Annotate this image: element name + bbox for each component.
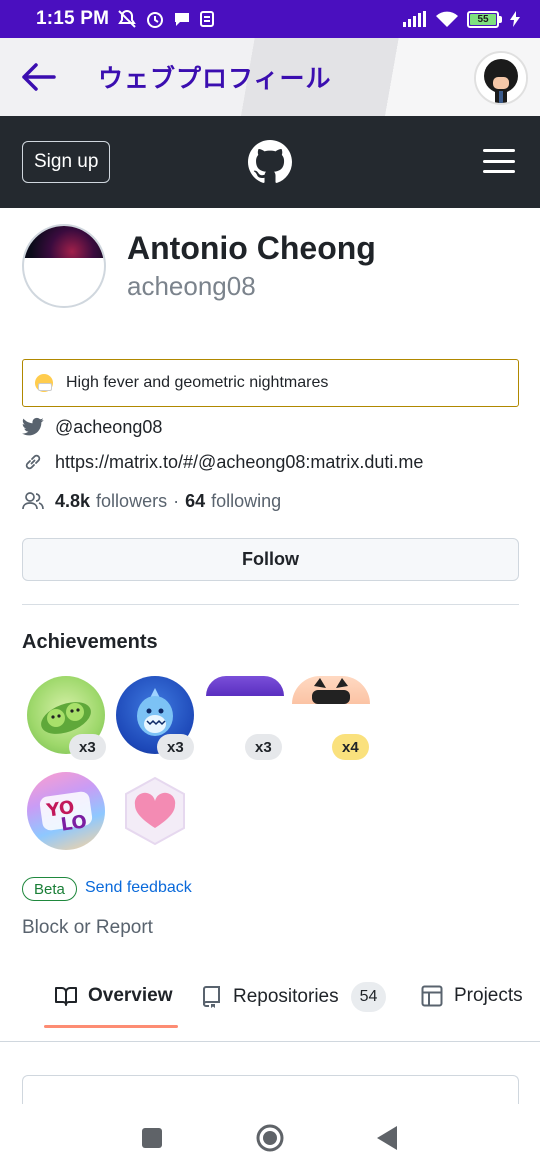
- alarm-icon: [147, 12, 164, 28]
- followers-count[interactable]: 4.8k: [55, 491, 90, 512]
- twitter-handle[interactable]: @acheong08: [55, 417, 162, 438]
- following-count[interactable]: 64: [185, 491, 205, 512]
- avatar: [22, 224, 106, 308]
- public-sponsor-heart-badge[interactable]: [116, 772, 194, 850]
- badge-count: x4: [332, 734, 369, 760]
- battery-icon: 55: [467, 10, 502, 28]
- link-icon: [22, 451, 44, 473]
- divider: [22, 604, 519, 605]
- recents-square-icon[interactable]: [138, 1124, 166, 1152]
- notifications-off-icon: [118, 9, 137, 28]
- followers-label[interactable]: followers: [96, 491, 167, 512]
- repo-icon: [199, 985, 223, 1009]
- book-icon: [54, 984, 78, 1008]
- badge-count: x3: [245, 734, 282, 760]
- user-status-text: High fever and geometric nightmares: [66, 374, 329, 391]
- tab-repositories[interactable]: Repositories 54: [199, 982, 387, 1012]
- send-feedback-link[interactable]: Send feedback: [85, 879, 192, 897]
- user-status: High fever and geometric nightmares: [22, 359, 519, 407]
- back-triangle-icon[interactable]: [373, 1124, 401, 1152]
- badge-count: x3: [69, 734, 106, 760]
- status-bar: 1:15 PM 55: [0, 0, 540, 38]
- charging-icon: [510, 11, 520, 27]
- status-icons-left: [117, 9, 215, 29]
- table-icon: [420, 984, 444, 1008]
- following-label[interactable]: following: [211, 491, 281, 512]
- separator-dot: ·: [173, 490, 180, 511]
- tab-overview[interactable]: Overview: [54, 984, 173, 1008]
- signal-icon: [403, 11, 426, 27]
- wifi-icon: [436, 11, 458, 27]
- app-bar: ウェブプロフィール: [0, 38, 540, 116]
- repo-count-badge: 54: [350, 982, 387, 1012]
- tab-label: Repositories: [233, 986, 339, 1007]
- people-icon: [22, 490, 44, 512]
- hamburger-menu-icon[interactable]: [483, 149, 515, 173]
- beta-label: Beta: [22, 877, 77, 901]
- yolo-badge[interactable]: YO LO: [27, 772, 105, 850]
- follow-button[interactable]: Follow: [22, 538, 519, 581]
- pull-shark-badge[interactable]: [292, 676, 370, 704]
- twitter-icon: [22, 416, 44, 438]
- app-title: ウェブプロフィール: [98, 64, 332, 93]
- home-circle-icon[interactable]: [256, 1124, 284, 1152]
- status-icons-right: 55: [403, 10, 520, 28]
- back-button[interactable]: [18, 57, 58, 97]
- block-or-report-link[interactable]: Block or Report: [22, 917, 153, 939]
- arrow-left-icon: [22, 63, 56, 91]
- sign-up-button[interactable]: Sign up: [22, 141, 111, 183]
- tab-projects[interactable]: Projects: [420, 984, 523, 1008]
- badge-count: x3: [157, 734, 194, 760]
- status-time: 1:15 PM: [36, 8, 110, 29]
- tab-label: Projects: [454, 985, 523, 1006]
- battery-level: 55: [470, 13, 496, 25]
- github-header: Sign up: [0, 116, 540, 208]
- profile-login: acheong08: [127, 271, 256, 301]
- selected-tab-indicator: [44, 1025, 178, 1028]
- svg-text:LO: LO: [59, 811, 88, 835]
- face-with-mask-emoji: [35, 374, 53, 392]
- message-icon: [175, 13, 190, 26]
- website-row: https://matrix.to/#/@acheong08:matrix.du…: [22, 451, 423, 473]
- achievements-title: Achievements: [22, 631, 158, 653]
- github-octocat-avatar[interactable]: [474, 51, 528, 105]
- twitter-row: @acheong08: [22, 416, 162, 438]
- profile-tabs: Overview Repositories 54 Projects: [0, 962, 540, 1042]
- github-logo-icon[interactable]: [248, 140, 292, 184]
- tab-label: Overview: [88, 985, 173, 1006]
- sync-icon: [200, 11, 215, 27]
- website-link[interactable]: https://matrix.to/#/@acheong08:matrix.du…: [55, 452, 423, 473]
- profile-name: Antonio Cheong: [127, 230, 376, 266]
- followers-row: 4.8k followers · 64 following: [22, 490, 281, 512]
- galaxy-brain-badge[interactable]: [206, 676, 284, 696]
- navigation-bar: [0, 1104, 540, 1170]
